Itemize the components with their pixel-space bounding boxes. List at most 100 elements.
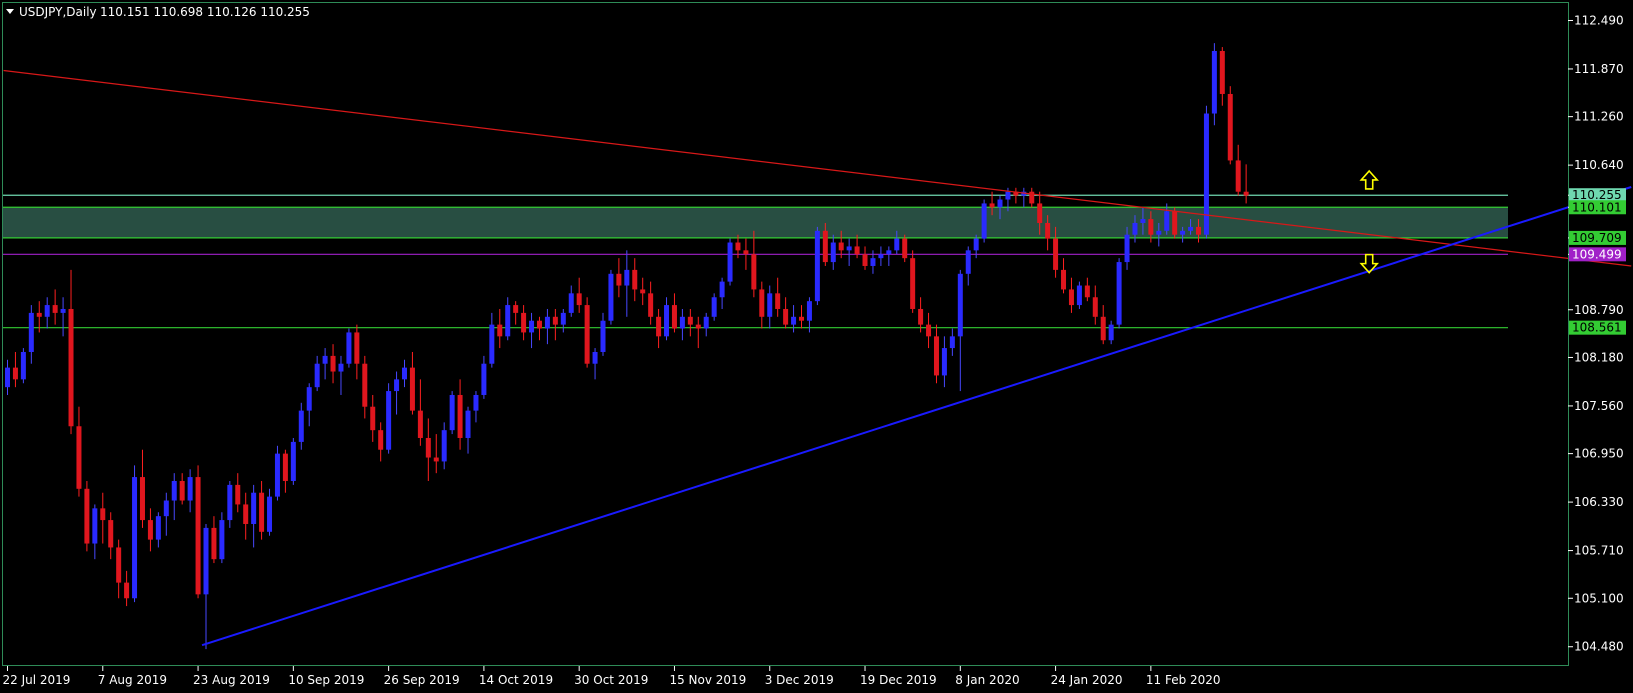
candle-body <box>838 242 844 251</box>
x-tick-label: 8 Jan 2020 <box>955 673 1019 687</box>
candle-body <box>402 367 407 380</box>
y-tick-label: 105.710 <box>1574 544 1624 558</box>
candle-body <box>274 453 280 497</box>
candle-body <box>163 500 169 517</box>
candle-body <box>489 324 495 364</box>
candle-body <box>926 324 932 337</box>
candle-body <box>497 324 503 337</box>
candle-body <box>44 305 50 317</box>
x-tick-label: 11 Feb 2020 <box>1146 673 1221 687</box>
candle-body <box>12 367 18 380</box>
candle-body <box>92 508 98 544</box>
candle <box>274 445 280 501</box>
candle-body <box>282 453 288 481</box>
x-tick-label: 26 Sep 2019 <box>384 673 460 687</box>
candle <box>346 328 352 368</box>
candle <box>449 391 455 435</box>
candle-body <box>1211 50 1217 114</box>
candle <box>711 293 717 321</box>
candle-body <box>251 492 257 524</box>
candle-body <box>536 320 542 329</box>
candle-body <box>727 242 733 282</box>
candle-body <box>219 520 225 560</box>
candle-body <box>473 394 479 411</box>
candle-body <box>362 363 368 407</box>
candle-body <box>918 308 924 325</box>
candle <box>132 465 138 603</box>
x-tick-label: 19 Dec 2019 <box>860 673 937 687</box>
candle <box>902 234 908 263</box>
candle-body <box>1203 113 1209 235</box>
candle-body <box>822 230 828 263</box>
candle-body <box>346 332 352 364</box>
candle-body <box>441 430 447 462</box>
zone-rect <box>3 207 1508 238</box>
candle-body <box>1108 324 1114 341</box>
candle-body <box>568 293 574 313</box>
candle-body <box>465 410 471 438</box>
candle-body <box>187 477 193 501</box>
candle-body <box>560 312 566 325</box>
y-tick-label: 111.260 <box>1574 110 1624 124</box>
candle-body <box>36 312 42 317</box>
candle-body <box>171 480 177 501</box>
candle-body <box>521 312 527 333</box>
candle-body <box>425 437 431 458</box>
candle <box>386 383 392 454</box>
candle-body <box>806 301 812 321</box>
candle-body <box>1116 262 1122 325</box>
x-tick-label: 22 Jul 2019 <box>3 673 71 687</box>
x-tick-label: 15 Nov 2019 <box>669 673 746 687</box>
candle-body <box>1100 316 1106 341</box>
y-tick-label: 106.330 <box>1574 495 1624 509</box>
candle-body <box>5 367 10 388</box>
y-tick-label: 104.480 <box>1574 640 1624 654</box>
candle-body <box>894 238 900 251</box>
candle-body <box>338 363 344 372</box>
candle-body <box>108 520 114 548</box>
candle-body <box>902 238 908 259</box>
candle-body <box>116 547 122 583</box>
x-tick-label: 14 Oct 2019 <box>479 673 553 687</box>
candle-body <box>910 258 916 309</box>
candle-body <box>775 293 781 309</box>
y-tick-label: 105.100 <box>1574 591 1624 605</box>
symbol-timeframe: USDJPY,Daily <box>19 5 97 19</box>
candle-body <box>989 203 995 208</box>
candle-body <box>791 316 797 325</box>
candle-body <box>1156 230 1162 235</box>
candle-body <box>330 355 336 372</box>
candle-body <box>386 391 392 450</box>
price-label-text: 110.101 <box>1572 200 1622 214</box>
candle-body <box>719 281 725 298</box>
price-chart[interactable]: 112.490111.870111.260110.640110.255110.1… <box>0 0 1633 693</box>
candle <box>195 465 201 599</box>
candle <box>1227 86 1233 165</box>
candle <box>814 226 820 306</box>
candle-body <box>1148 219 1154 235</box>
candle-body <box>290 441 296 481</box>
candle-body <box>846 246 852 251</box>
candle-body <box>695 324 701 329</box>
candle-body <box>449 394 455 431</box>
candle-body <box>870 258 876 266</box>
candle <box>290 437 296 485</box>
x-tick-label: 24 Jan 2020 <box>1051 673 1123 687</box>
candle-body <box>1061 269 1067 290</box>
candle-body <box>997 199 1003 208</box>
candle-body <box>933 336 939 376</box>
candle-body <box>973 238 979 251</box>
candle-body <box>1037 203 1043 223</box>
candle-body <box>147 520 153 540</box>
candle <box>608 269 614 325</box>
candle-body <box>1180 230 1186 235</box>
candle-body <box>306 387 312 411</box>
candle-body <box>1068 289 1074 306</box>
candle-body <box>1227 93 1233 161</box>
candle-body <box>1164 211 1170 231</box>
candle-body <box>965 250 971 274</box>
candle-body <box>1076 285 1082 306</box>
candle-body <box>1005 191 1011 200</box>
candle-body <box>759 289 765 317</box>
candle-body <box>1172 211 1178 235</box>
